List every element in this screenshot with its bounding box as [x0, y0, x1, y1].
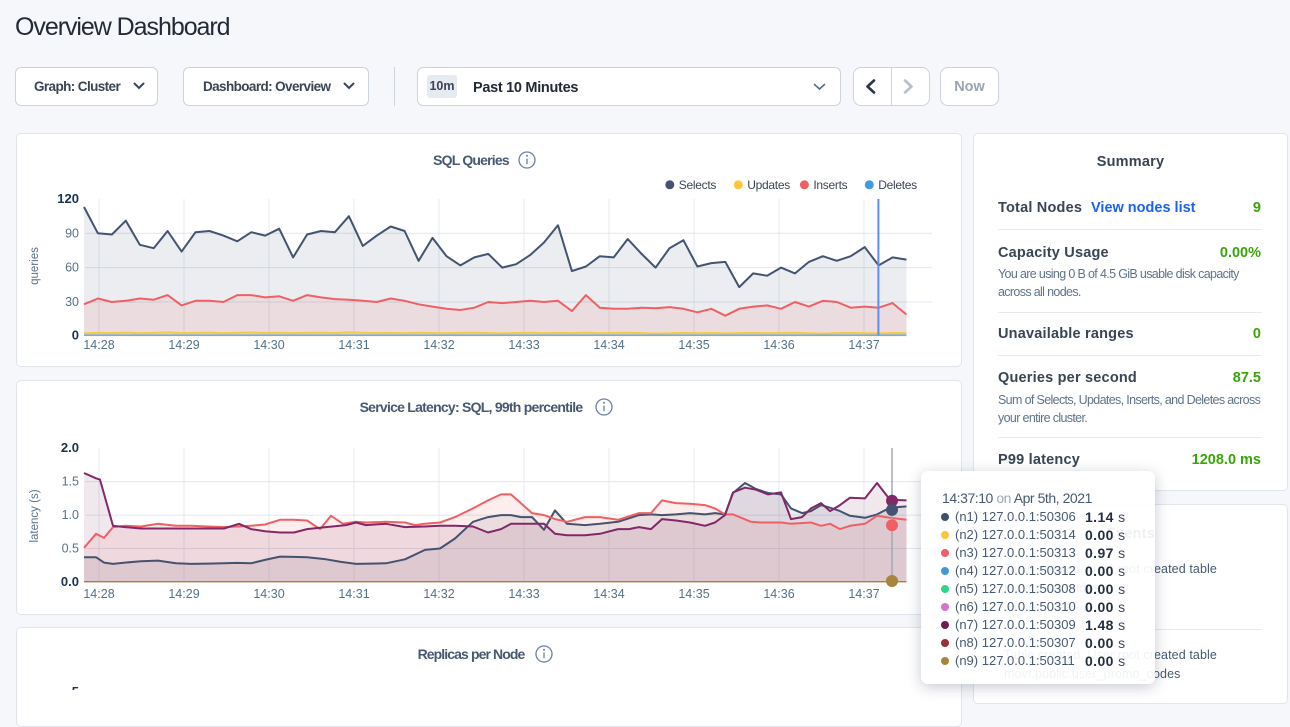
svg-text:Inserts: Inserts [813, 178, 847, 192]
svg-text:120: 120 [57, 191, 79, 206]
svg-text:Replicas per Node: Replicas per Node [418, 646, 526, 662]
svg-text:2.0: 2.0 [61, 440, 79, 455]
svg-text:14:31: 14:31 [338, 587, 369, 601]
svg-text:14:29: 14:29 [168, 338, 199, 352]
svg-text:14:32: 14:32 [423, 587, 454, 601]
svg-text:0.0: 0.0 [61, 574, 79, 589]
svg-text:queries: queries [29, 247, 41, 285]
svg-text:14:28: 14:28 [83, 338, 114, 352]
svg-text:14:33: 14:33 [508, 587, 539, 601]
svg-text:60: 60 [65, 261, 79, 275]
svg-text:0: 0 [72, 327, 79, 342]
svg-text:1.5: 1.5 [62, 475, 79, 489]
svg-text:14:30: 14:30 [253, 587, 284, 601]
svg-text:latency (s): latency (s) [29, 489, 41, 542]
svg-text:SQL Queries: SQL Queries [433, 152, 510, 168]
svg-text:5: 5 [72, 684, 79, 690]
svg-text:14:32: 14:32 [423, 338, 454, 352]
svg-text:Deletes: Deletes [878, 178, 917, 192]
svg-text:14:37: 14:37 [848, 587, 879, 601]
svg-text:14:28: 14:28 [83, 587, 114, 601]
svg-text:Selects: Selects [679, 178, 717, 192]
svg-text:14:33: 14:33 [508, 338, 539, 352]
svg-text:30: 30 [65, 295, 79, 309]
svg-text:Updates: Updates [747, 178, 790, 192]
svg-text:Service Latency: SQL, 99th per: Service Latency: SQL, 99th percentile [360, 399, 584, 415]
svg-text:14:35: 14:35 [678, 338, 709, 352]
svg-text:14:35: 14:35 [678, 587, 709, 601]
svg-text:14:37: 14:37 [848, 338, 879, 352]
svg-text:14:36: 14:36 [763, 338, 794, 352]
svg-text:14:36: 14:36 [763, 587, 794, 601]
svg-text:14:34: 14:34 [593, 587, 624, 601]
svg-text:1.0: 1.0 [62, 508, 79, 522]
svg-text:14:31: 14:31 [338, 338, 369, 352]
svg-text:0.5: 0.5 [62, 542, 79, 556]
svg-text:90: 90 [65, 226, 79, 240]
svg-text:14:30: 14:30 [253, 338, 284, 352]
svg-text:14:29: 14:29 [168, 587, 199, 601]
svg-text:14:34: 14:34 [593, 338, 624, 352]
